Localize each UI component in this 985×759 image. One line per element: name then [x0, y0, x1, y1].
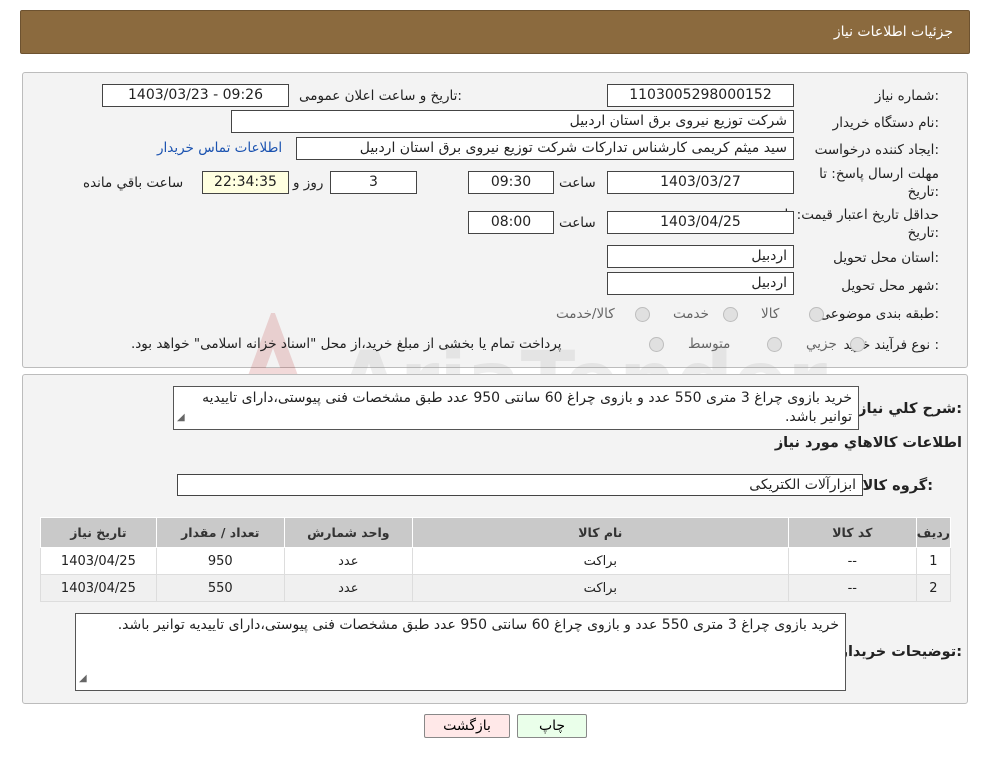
buyer-org-label: نام دستگاه خریدار: — [832, 115, 939, 131]
category-goods-radio[interactable] — [809, 307, 824, 322]
province-label: استان محل تحویل: — [833, 250, 939, 266]
price-validity-label: حداقل تاریخ اعتبار قیمت: تا — [784, 207, 939, 223]
need-number-label: شماره نیاز: — [874, 88, 939, 104]
buyer-contact-link[interactable]: اطلاعات تماس خریدار — [157, 140, 282, 156]
category-label: طبقه بندی موضوعی: — [819, 306, 939, 322]
reply-deadline-label: مهلت ارسال پاسخ: تا — [819, 166, 939, 182]
remaining-days-field: 3 — [330, 171, 417, 194]
cell-qty: 550 — [155, 574, 285, 602]
col-header-row: ردیف — [915, 517, 952, 548]
cell-qty: 950 — [155, 547, 285, 575]
reply-deadline-time-label: ساعت — [559, 175, 596, 191]
province-field: اردبیل — [607, 245, 794, 268]
page-title: جزئیات اطلاعات نیاز — [833, 24, 953, 40]
goods-info-title: اطلاعات کالاهاي مورد نياز — [774, 435, 962, 451]
cell-row-no: 1 — [915, 547, 952, 575]
buyer-notes-textarea[interactable]: خرید بازوی چراغ 3 متری 550 عدد و بازوی چ… — [75, 613, 846, 691]
announce-datetime-label: تاریخ و ساعت اعلان عمومی: — [299, 88, 462, 104]
cell-date: 1403/04/25 — [40, 574, 157, 602]
general-desc-label: شرح کلي نیاز: — [858, 401, 962, 417]
process-medium-radio[interactable] — [767, 337, 782, 352]
general-desc-textarea[interactable]: خرید بازوی چراغ 3 متری 550 عدد و بازوی چ… — [173, 386, 859, 430]
need-details-panel: شرح کلي نیاز: خرید بازوی چراغ 3 متری 550… — [22, 374, 968, 704]
col-header-date: تاریخ نیاز — [40, 517, 157, 548]
announce-datetime-field: 1403/03/23 - 09:26 — [102, 84, 289, 107]
category-service-radio[interactable] — [723, 307, 738, 322]
goods-table: ردیف کد کالا نام کالا واحد شمارش تعداد /… — [40, 517, 952, 602]
cell-code: -- — [787, 574, 917, 602]
reply-deadline-label-2: تاریخ: — [907, 184, 939, 200]
cell-row-no: 2 — [915, 574, 952, 602]
goods-group-label: گروه کالا: — [862, 478, 933, 494]
requester-label: ایجاد کننده درخواست: — [814, 142, 939, 158]
requester-field: سید میثم کریمی کارشناس تدارکات شرکت توزی… — [296, 137, 794, 160]
cell-unit: عدد — [283, 574, 413, 602]
cell-unit: عدد — [283, 547, 413, 575]
process-medium-label: متوسط — [688, 336, 731, 352]
need-number-field: 1103005298000152 — [607, 84, 794, 107]
col-header-name: نام کالا — [411, 517, 789, 548]
cell-name: براکت — [411, 574, 789, 602]
remaining-time-field: 22:34:35 — [202, 171, 289, 194]
city-label: شهر محل تحویل: — [841, 278, 939, 294]
col-header-qty: تعداد / مقدار — [155, 517, 285, 548]
treasury-bonds-note: پرداخت تمام یا بخشی از مبلغ خرید،از محل … — [131, 336, 562, 352]
back-button[interactable]: بازگشت — [424, 714, 510, 738]
category-service-label: خدمت — [673, 306, 709, 322]
process-small-label: جزیي — [806, 336, 837, 352]
cell-code: -- — [787, 547, 917, 575]
general-desc-text: خرید بازوی چراغ 3 متری 550 عدد و بازوی چ… — [202, 390, 852, 425]
reply-deadline-time-field: 09:30 — [468, 171, 554, 194]
buyer-notes-label: توضیحات خریدار: — [839, 644, 962, 660]
buyer-notes-text: خرید بازوی چراغ 3 متری 550 عدد و بازوی چ… — [117, 617, 839, 633]
reply-deadline-date-field: 1403/03/27 — [607, 171, 794, 194]
goods-group-field: ابزارآلات الکتریکی — [177, 474, 863, 496]
table-row: 1 -- براکت عدد 950 1403/04/25 — [40, 547, 952, 575]
remaining-time-label: ساعت باقي مانده — [83, 175, 184, 191]
print-button[interactable]: چاپ — [517, 714, 587, 738]
price-validity-time-label: ساعت — [559, 215, 596, 231]
cell-date: 1403/04/25 — [40, 547, 157, 575]
table-row: 2 -- براکت عدد 550 1403/04/25 — [40, 574, 952, 602]
price-validity-date-field: 1403/04/25 — [607, 211, 794, 234]
resize-grip-icon[interactable]: ◢ — [79, 669, 87, 688]
col-header-code: کد کالا — [787, 517, 917, 548]
category-goods-service-radio[interactable] — [635, 307, 650, 322]
page-header: جزئیات اطلاعات نیاز — [20, 10, 970, 54]
category-goods-service-label: کالا/خدمت — [556, 306, 615, 322]
cell-name: براکت — [411, 547, 789, 575]
col-header-unit: واحد شمارش — [283, 517, 413, 548]
days-label: روز و — [293, 175, 324, 191]
resize-grip-icon[interactable]: ◢ — [177, 408, 185, 427]
price-validity-time-field: 08:00 — [468, 211, 554, 234]
need-info-panel: AriaTender.neT شماره نیاز: 1103005298000… — [22, 72, 968, 430]
treasury-bonds-checkbox[interactable] — [649, 337, 664, 352]
buyer-org-field: شرکت توزیع نیروی برق استان اردبیل — [231, 110, 794, 133]
process-small-radio[interactable] — [850, 337, 865, 352]
city-field: اردبیل — [607, 272, 794, 295]
price-validity-label-2: تاریخ: — [907, 225, 939, 241]
category-goods-label: کالا — [761, 306, 780, 322]
